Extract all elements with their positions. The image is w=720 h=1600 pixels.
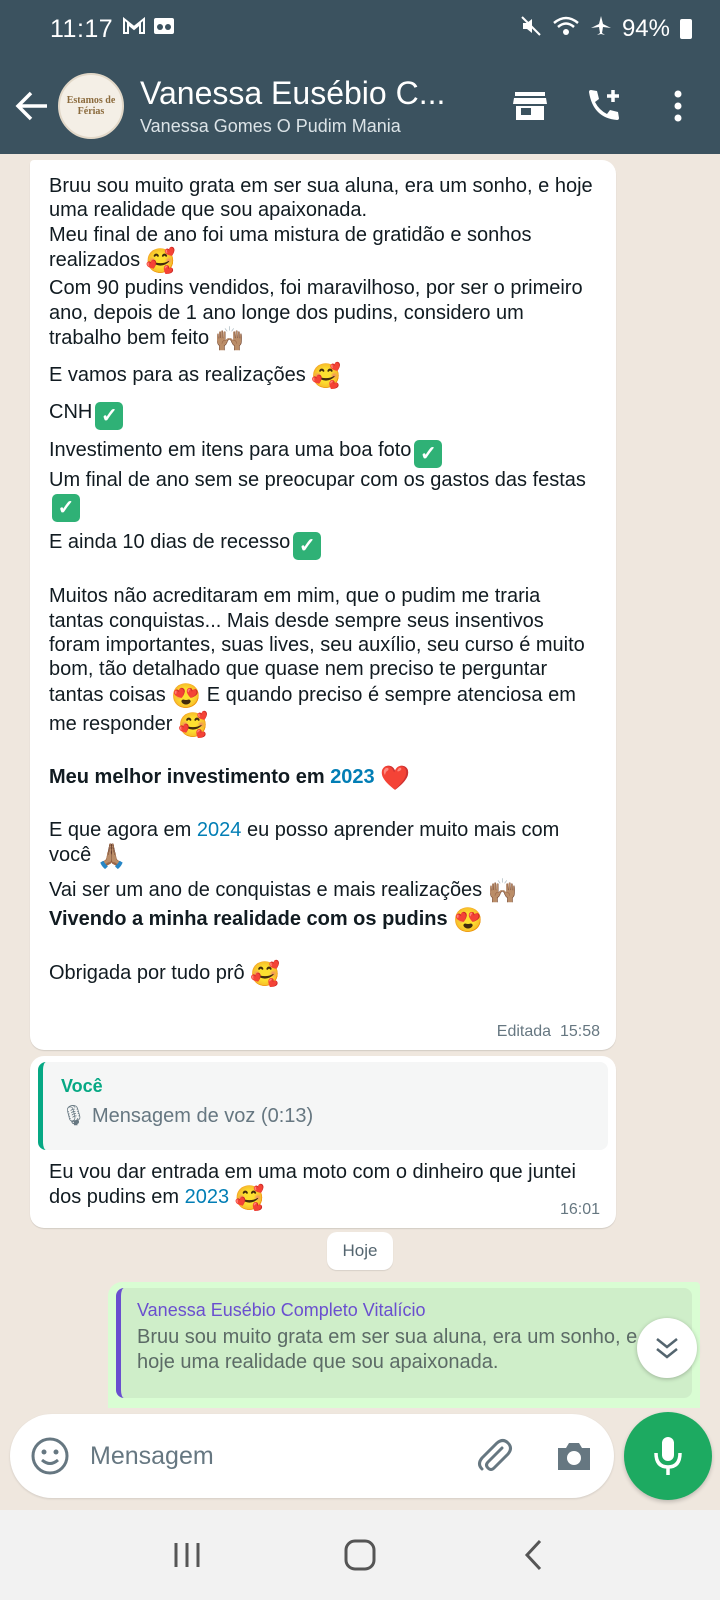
battery-percent: 94%: [621, 15, 670, 42]
avatar[interactable]: Estamos de Férias: [58, 73, 124, 139]
incoming-reply-message[interactable]: Você 🎙︎ Mensagem de voz (0:13) Eu vou da…: [30, 1056, 616, 1228]
raised-hands-emoji: 🙌🏽: [214, 326, 245, 354]
status-time: 11:17: [50, 14, 114, 43]
airplane-icon: [590, 15, 612, 44]
system-nav-bar: [0, 1510, 720, 1600]
smiling-hearts-emoji: 🥰: [145, 248, 176, 276]
recents-icon: [174, 1543, 200, 1567]
message-meta: Editada 15:58: [497, 1022, 600, 1042]
chat-header: Estamos de Férias Vanessa Eusébio C... V…: [0, 58, 720, 154]
camera-icon: [558, 1443, 590, 1470]
more-vert-icon: [674, 90, 682, 122]
home-icon: [344, 1539, 376, 1571]
battery-icon: [680, 19, 692, 39]
status-bar: 11:17 94%: [0, 0, 720, 58]
outgoing-reply-message[interactable]: Vanessa Eusébio Completo Vitalício Bruu …: [108, 1282, 700, 1408]
message-composer: [10, 1414, 614, 1498]
voice-record-button[interactable]: [624, 1412, 712, 1500]
check-mark-icon: ✓: [414, 439, 443, 468]
raised-hands-emoji: 🙌🏽: [487, 878, 518, 906]
voicemail-icon: [153, 17, 175, 41]
emoji-icon: [31, 1437, 69, 1475]
more-options-button[interactable]: [658, 86, 698, 126]
date-divider: Hoje: [327, 1232, 393, 1270]
date-link[interactable]: 2024: [197, 819, 242, 841]
add-call-icon: [589, 90, 619, 120]
incoming-message[interactable]: Bruu sou muito grata em ser sua aluna, e…: [30, 160, 616, 1050]
smiling-hearts-emoji: 🥰: [250, 960, 281, 988]
quote-author: Vanessa Eusébio Completo Vitalício: [137, 1300, 426, 1320]
attach-button[interactable]: [472, 1434, 516, 1478]
contact-info[interactable]: Vanessa Eusébio C... Vanessa Gomes O Pud…: [140, 75, 460, 137]
check-mark-icon: ✓: [293, 532, 322, 561]
quote-text: Bruu sou muito grata em ser sua aluna, e…: [137, 1326, 638, 1373]
message-input[interactable]: [90, 1441, 430, 1471]
red-heart-emoji: ❤️: [380, 765, 411, 793]
store-icon: [513, 92, 547, 120]
message-text: Bruu sou muito grata em ser sua aluna, e…: [49, 175, 593, 222]
date-link[interactable]: 2023: [330, 766, 375, 788]
store-button[interactable]: [510, 86, 550, 126]
gmail-icon: [123, 16, 146, 41]
contact-name: Vanessa Eusébio C...: [140, 75, 446, 111]
attach-icon: [478, 1439, 512, 1471]
add-call-button[interactable]: [584, 86, 624, 126]
chevron-down-icon: [656, 1338, 678, 1359]
quoted-message[interactable]: Você 🎙︎ Mensagem de voz (0:13): [38, 1062, 608, 1150]
mic-icon: [654, 1437, 682, 1475]
edited-label: Editada: [496, 1023, 552, 1041]
heart-eyes-emoji: 😍: [453, 907, 484, 935]
mute-icon: [520, 15, 542, 44]
heart-eyes-emoji: 😍: [171, 682, 202, 710]
message-time: 16:01: [559, 1201, 600, 1219]
back-button[interactable]: [6, 80, 58, 132]
camera-button[interactable]: [552, 1434, 596, 1478]
check-mark-icon: ✓: [52, 494, 80, 523]
mic-small-icon: 🎙︎: [61, 1104, 87, 1127]
avatar-text: Estamos de Férias: [66, 95, 116, 117]
quote-text: Mensagem de voz (0:13): [91, 1104, 314, 1127]
smiling-hearts-emoji: 🥰: [311, 363, 342, 391]
chat-area[interactable]: Bruu sou muito grata em ser sua aluna, e…: [0, 154, 720, 1408]
back-nav-button[interactable]: [503, 1525, 563, 1585]
back-nav-icon: [525, 1539, 542, 1571]
contact-subtitle: Vanessa Gomes O Pudim Mania: [140, 116, 401, 136]
smiling-hearts-emoji: 🥰: [234, 1185, 265, 1213]
smiling-hearts-emoji: 🥰: [177, 711, 208, 739]
quoted-message[interactable]: Vanessa Eusébio Completo Vitalício Bruu …: [116, 1288, 692, 1398]
check-mark-icon: ✓: [95, 401, 124, 430]
wifi-icon: [552, 15, 580, 44]
home-button[interactable]: [330, 1525, 390, 1585]
quote-author: Você: [61, 1076, 103, 1096]
scroll-to-bottom-button[interactable]: [637, 1318, 697, 1378]
date-link[interactable]: 2023: [185, 1186, 230, 1208]
back-arrow-icon: [15, 91, 47, 121]
emoji-button[interactable]: [28, 1434, 72, 1478]
message-time: 15:58: [559, 1023, 600, 1041]
recents-button[interactable]: [157, 1525, 217, 1585]
folded-hands-emoji: 🙏🏽: [96, 842, 127, 870]
